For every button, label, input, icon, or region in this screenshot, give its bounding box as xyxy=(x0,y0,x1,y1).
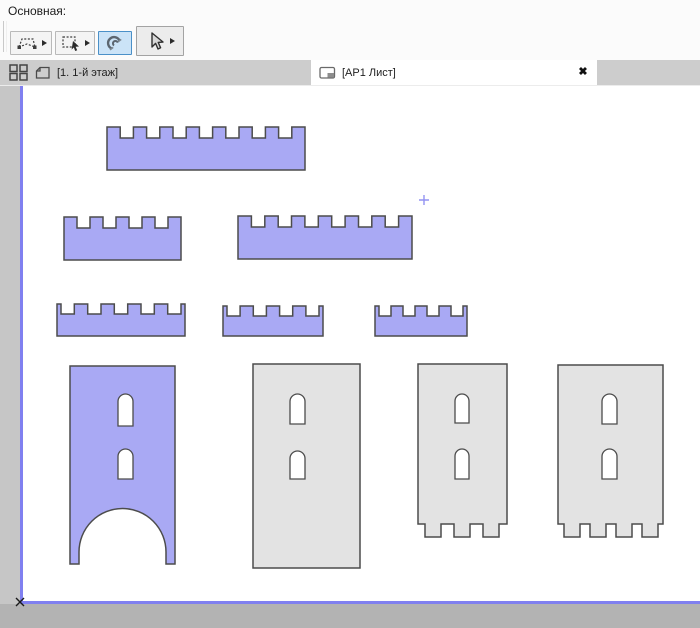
magnet-icon xyxy=(106,35,122,51)
selection-rect-icon xyxy=(61,36,79,51)
layout-canvas[interactable] xyxy=(0,85,700,628)
layout-sheet-icon xyxy=(319,66,336,80)
grid-icon xyxy=(8,64,28,81)
tower-arch-blue-window xyxy=(117,393,134,427)
tower-tabs-gray-right-window xyxy=(601,448,618,480)
dropdown-arrow-icon xyxy=(84,40,90,46)
marquee-polygon-icon xyxy=(17,38,36,49)
arrow-tool-button[interactable] xyxy=(136,26,184,56)
magnet-tool-button[interactable] xyxy=(98,31,132,55)
sheet-edge-left xyxy=(20,86,23,604)
tab-close-button[interactable]: ✖ xyxy=(575,64,591,80)
marquee-tool-button[interactable] xyxy=(10,31,52,55)
tower-tabs-gray-left-window xyxy=(454,393,470,424)
cursor-arrow-icon xyxy=(150,32,164,50)
sheet-shapes xyxy=(0,86,700,628)
pasteboard-bottom xyxy=(0,604,700,628)
tab-label: [1. 1-й этаж] xyxy=(57,66,119,79)
floor-plan-icon xyxy=(34,65,51,80)
selection-tool-button[interactable] xyxy=(55,31,95,55)
pasteboard-left xyxy=(0,86,20,604)
main-toolbar: Основная: xyxy=(0,0,700,60)
tower-plain-gray-window xyxy=(289,393,306,425)
tower-plain-gray-window xyxy=(289,450,306,480)
tower-arch-blue-window xyxy=(117,448,134,480)
toolbar-label: Основная: xyxy=(8,4,67,18)
tab-label: [АР1 Лист] xyxy=(342,66,396,79)
tab-floor-plan[interactable]: [1. 1-й этаж] xyxy=(30,60,300,85)
tab-overview-button[interactable] xyxy=(7,63,29,82)
tower-tabs-gray-left-window xyxy=(454,448,470,480)
tower-tabs-gray-right-window xyxy=(601,393,618,425)
toolbar-separator xyxy=(3,21,7,52)
wall-strip-medium-right[interactable] xyxy=(237,215,413,260)
dropdown-arrow-icon xyxy=(169,38,175,44)
tab-layout-sheet[interactable]: [АР1 Лист] ✖ xyxy=(311,60,597,85)
sheet-edge-bottom xyxy=(20,601,700,604)
tower-plain-gray[interactable] xyxy=(252,363,361,569)
tab-bar: [1. 1-й этаж] [АР1 Лист] ✖ xyxy=(0,60,700,85)
dropdown-arrow-icon xyxy=(41,40,47,46)
